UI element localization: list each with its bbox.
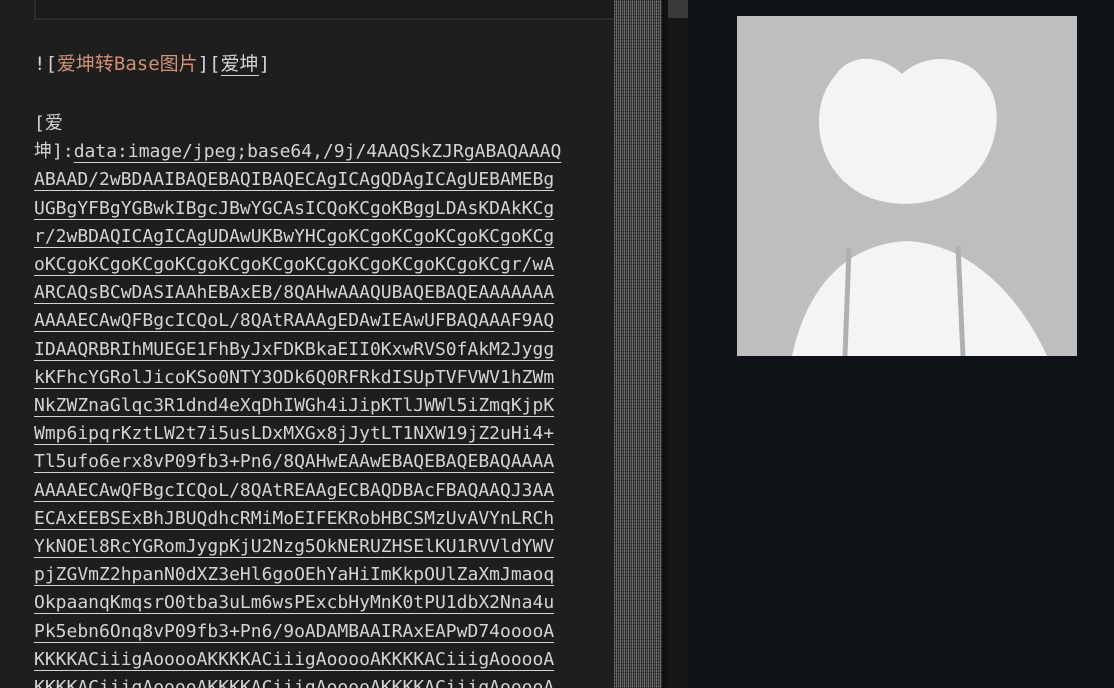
image-syntax-prefix: ![ — [34, 53, 57, 75]
minimap[interactable] — [614, 0, 662, 688]
base64-url-line[interactable]: OkpaanqKmqsrO0tba3uLm6wsPExcbHyMnK0tPU1d… — [34, 589, 589, 617]
markdown-editor[interactable]: ![爱坤转Base图片][爱坤] [爱 坤]:data:image/jpeg;b… — [0, 0, 614, 688]
base64-url-lines: ABAAD/2wBDAAIBAQEBAQIBAQECAgICAgQDAgICAg… — [34, 166, 594, 688]
base64-url-line[interactable]: NkZWZnaGlqc3R1dnd4eXqDhIWGh4iJipKTlJWWl5… — [34, 392, 589, 420]
base64-url-line[interactable]: KKKKACiiigAooooAKKKKACiiigAooooAKKKKACii… — [34, 646, 589, 674]
definition-label-rest: 坤]: — [34, 141, 74, 163]
avatar-placeholder-icon — [792, 58, 1047, 356]
base64-url-line[interactable]: oKCgoKCgoKCgoKCgoKCgoKCgoKCgoKCgoKCgoKCg… — [34, 251, 589, 279]
definition-open-label: [爱 — [34, 113, 63, 134]
definition-first-row: 坤]:data:image/jpeg;base64,/9j/4AAQSkZJRg… — [34, 138, 594, 166]
base64-url-line[interactable]: AAAAECAwQFBgcICQoL/8QAtREAAgECBAQDBAcFBA… — [34, 477, 589, 505]
image-reference-line[interactable]: ![爱坤转Base图片][爱坤] — [34, 50, 270, 78]
image-alt-text: 爱坤转Base图片 — [56, 53, 198, 75]
base64-url-line[interactable]: kKFhcYGRolJicoKSo0NTY3ODk6Q0RFRkdISUpTVF… — [34, 364, 589, 392]
base64-url-line[interactable]: Tl5ufo6erx8vP09fb3+Pn6/8QAHwEAAwEBAQEBAQ… — [34, 448, 589, 476]
base64-url-line[interactable]: ABAAD/2wBDAAIBAQEBAQIBAQECAgICAgQDAgICAg… — [34, 166, 589, 194]
image-reference-id[interactable]: 爱坤 — [220, 53, 259, 76]
base64-url-line[interactable]: IDAAQRBRIhMUEGE1FhByJxFDKBkaEII0KxwRVS0f… — [34, 336, 589, 364]
scrollbar-thumb[interactable] — [668, 0, 688, 18]
preview-image — [737, 16, 1077, 356]
base64-url-line[interactable]: ECAxEEBSExBhJBUQdhcRMiMoEIFEKRobHBCSMzUv… — [34, 505, 589, 533]
base64-url-line[interactable]: YkNOEl8RcYGRomJygpKjU2Nzg5OkNERUZHSElKU1… — [34, 533, 589, 561]
base64-url-line[interactable]: Wmp6ipqrKztLW2t7i5usLDxMXGx8jJytLT1NXW19… — [34, 420, 589, 448]
base64-url-line[interactable]: KKKKACiiigAooooAKKKKACiiigAooooAKKKKACii… — [34, 674, 589, 688]
base64-url-line[interactable]: UGBgYFBgYGBwkIBgcJBwYGCAsICQoKCgoKBggLDA… — [34, 195, 589, 223]
image-syntax-suffix: ] — [258, 53, 271, 75]
code-block-bottom — [34, 0, 614, 20]
base64-url-line[interactable]: ARCAQsBCwDASIAAhEBAxEB/8QAHwAAAQUBAQEBAQ… — [34, 279, 589, 307]
base64-url-line[interactable]: AAAAECAwQFBgcICQoL/8QAtRAAAgEDAwIEAwUFBA… — [34, 307, 589, 335]
base64-url-line[interactable]: r/2wBDAQICAgICAgUDAwUKBwYHCgoKCgoKCgoKCg… — [34, 223, 589, 251]
reference-definition[interactable]: [爱 坤]:data:image/jpeg;base64,/9j/4AAQSkZ… — [34, 110, 594, 688]
image-syntax-middle: ][ — [197, 53, 221, 75]
base64-url-line[interactable]: Pk5ebn6Onq8vP09fb3+Pn6/9oADAMBAAIRAxEAPw… — [34, 618, 589, 646]
base64-url-start[interactable]: data:image/jpeg;base64,/9j/4AAQSkZJRgABA… — [74, 141, 562, 162]
base64-url-line[interactable]: pjZGVmZ2hpanN0dXZ3eHl6goOEhYaHiImKkpOUlZ… — [34, 561, 589, 589]
vertical-scrollbar[interactable] — [668, 0, 688, 688]
